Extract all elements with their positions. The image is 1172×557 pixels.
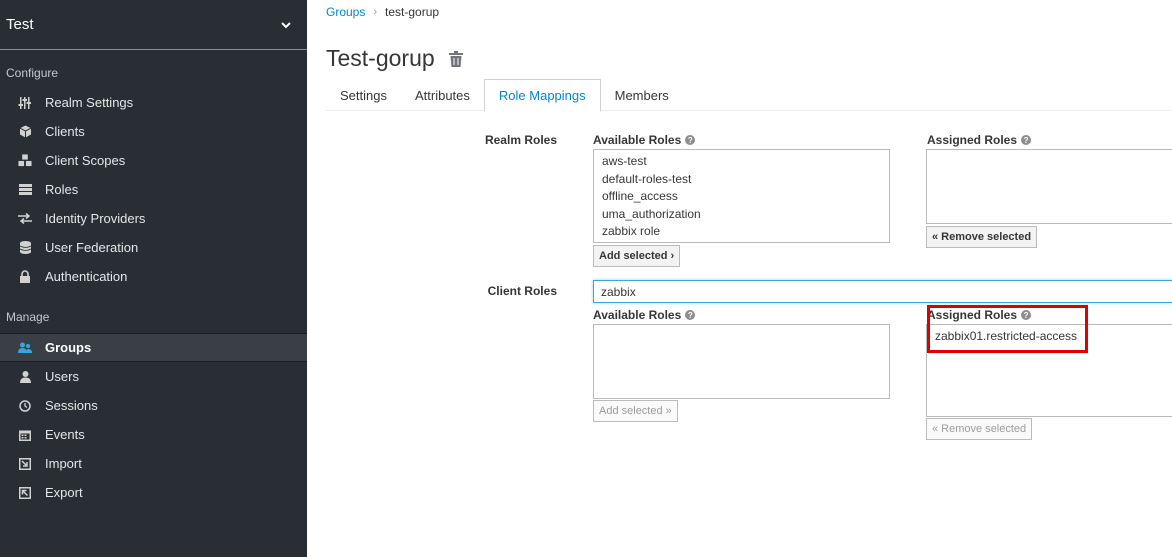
sidebar-item-authentication[interactable]: Authentication xyxy=(0,262,307,291)
sidebar-item-import[interactable]: Import xyxy=(0,449,307,478)
client-add-selected-button[interactable]: Add selected » xyxy=(593,400,678,422)
realm-available-roles-label: Available Roles? xyxy=(593,133,696,147)
breadcrumb: Groups › test-gorup xyxy=(326,5,439,19)
help-icon: ? xyxy=(685,310,696,320)
sliders-icon xyxy=(18,96,32,110)
main-content: Groups › test-gorup Test-gorup Settings A… xyxy=(307,0,1172,557)
page-title-row: Test-gorup xyxy=(326,45,463,72)
client-roles-label: Client Roles xyxy=(487,284,557,298)
import-icon xyxy=(18,457,32,471)
sidebar-item-groups[interactable]: Groups xyxy=(0,333,307,362)
sidebar-item-label: Client Scopes xyxy=(45,153,126,168)
configure-section-label: Configure xyxy=(6,66,59,80)
sidebar-item-identity-providers[interactable]: Identity Providers xyxy=(0,204,307,233)
chevron-down-icon xyxy=(281,21,291,28)
sidebar-item-clients[interactable]: Clients xyxy=(0,117,307,146)
client-available-roles-label: Available Roles? xyxy=(593,308,696,322)
sidebar-item-label: Authentication xyxy=(45,269,128,284)
user-icon xyxy=(18,370,32,384)
realm-assigned-roles-list[interactable] xyxy=(926,149,1172,224)
sidebar-item-events[interactable]: Events xyxy=(0,420,307,449)
help-icon: ? xyxy=(685,135,696,145)
client-remove-selected-button[interactable]: « Remove selected xyxy=(926,418,1033,440)
sidebar: Test Configure Realm Settings Clients Clie… xyxy=(0,0,307,557)
tab-attributes[interactable]: Attributes xyxy=(401,79,484,111)
sidebar-item-label: Events xyxy=(45,427,85,442)
sidebar-item-label: Realm Settings xyxy=(45,95,134,110)
clock-icon xyxy=(18,399,32,413)
cube-icon xyxy=(18,125,32,139)
sidebar-item-label: Users xyxy=(45,369,79,384)
page-title: Test-gorup xyxy=(326,45,435,71)
realm-name: Test xyxy=(6,16,34,33)
tab-role-mappings[interactable]: Role Mappings xyxy=(483,79,601,112)
tab-bar: Settings Attributes Role Mappings Members xyxy=(326,79,1172,112)
realm-available-roles-list[interactable]: aws-test default-roles-test offline_access… xyxy=(593,149,890,243)
sidebar-item-sessions[interactable]: Sessions xyxy=(0,391,307,420)
client-select-input[interactable]: zabbix xyxy=(593,280,1172,303)
help-icon: ? xyxy=(1021,135,1032,145)
realm-assigned-roles-label: Assigned Roles? xyxy=(927,133,1032,147)
users-icon xyxy=(18,341,32,355)
breadcrumb-separator-icon: › xyxy=(373,6,378,18)
sidebar-item-label: Import xyxy=(45,456,82,471)
calendar-icon xyxy=(18,428,32,442)
sidebar-item-realm-settings[interactable]: Realm Settings xyxy=(0,88,307,117)
role-option[interactable]: offline_access xyxy=(602,188,881,206)
sidebar-item-label: Groups xyxy=(45,340,92,355)
sidebar-item-export[interactable]: Export xyxy=(0,478,307,507)
breadcrumb-current: test-gorup xyxy=(385,5,440,19)
highlight-annotation-box xyxy=(927,305,1088,353)
manage-nav: Groups Users Sessions Events Import Export xyxy=(0,333,307,507)
database-icon xyxy=(18,241,32,255)
exchange-icon xyxy=(18,212,32,226)
role-option[interactable]: aws-test xyxy=(602,153,881,171)
realm-selector[interactable]: Test xyxy=(0,0,307,50)
sidebar-item-label: Identity Providers xyxy=(45,211,146,226)
sidebar-item-label: Roles xyxy=(45,182,79,197)
sidebar-item-users[interactable]: Users xyxy=(0,362,307,391)
breadcrumb-groups-link[interactable]: Groups xyxy=(326,5,365,19)
tab-settings[interactable]: Settings xyxy=(326,79,401,111)
client-available-roles-list[interactable] xyxy=(593,324,890,399)
trash-icon[interactable] xyxy=(448,50,463,67)
sidebar-item-user-federation[interactable]: User Federation xyxy=(0,233,307,262)
lock-icon xyxy=(18,270,32,284)
export-icon xyxy=(18,486,32,500)
tab-members[interactable]: Members xyxy=(601,79,683,111)
role-option[interactable]: default-roles-test xyxy=(602,171,881,189)
realm-add-selected-button[interactable]: Add selected › xyxy=(593,245,681,267)
role-option[interactable]: uma_authorization xyxy=(602,206,881,224)
client-select-value: zabbix xyxy=(601,284,636,299)
sidebar-item-label: User Federation xyxy=(45,240,139,255)
role-option[interactable]: zabbix role xyxy=(602,223,881,241)
roles-list-icon xyxy=(18,183,32,197)
sidebar-item-roles[interactable]: Roles xyxy=(0,175,307,204)
configure-nav: Realm Settings Clients Client Scopes Roles I… xyxy=(0,88,307,291)
realm-remove-selected-button[interactable]: « Remove selected xyxy=(926,226,1038,248)
realm-roles-label: Realm Roles xyxy=(484,133,557,147)
sidebar-item-client-scopes[interactable]: Client Scopes xyxy=(0,146,307,175)
sidebar-item-label: Sessions xyxy=(45,398,98,413)
manage-section-label: Manage xyxy=(6,310,50,324)
cubes-icon xyxy=(18,154,32,168)
sidebar-item-label: Export xyxy=(45,485,83,500)
sidebar-item-label: Clients xyxy=(45,124,85,139)
